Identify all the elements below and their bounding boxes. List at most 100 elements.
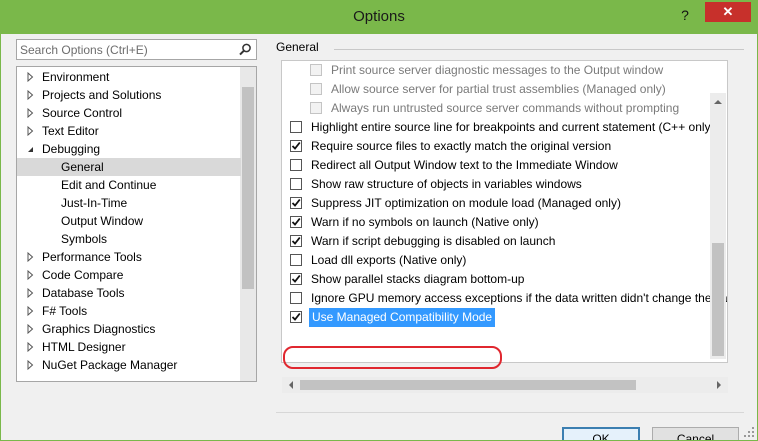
option-row[interactable]: Require source files to exactly match th… xyxy=(282,137,722,156)
options-horizontal-scrollbar-thumb[interactable] xyxy=(300,380,636,390)
tree-item[interactable]: Output Window xyxy=(17,212,241,230)
option-label: Warn if script debugging is disabled on … xyxy=(311,234,556,248)
collapsed-arrow-icon[interactable] xyxy=(26,122,35,140)
scroll-right-icon[interactable] xyxy=(715,380,723,390)
option-label: Ignore GPU memory access exceptions if t… xyxy=(311,291,728,305)
tree-item[interactable]: Edit and Continue xyxy=(17,176,241,194)
ok-button[interactable]: OK xyxy=(562,427,640,440)
option-row[interactable]: Redirect all Output Window text to the I… xyxy=(282,156,722,175)
dialog-title: Options xyxy=(353,8,405,25)
title-bar[interactable]: Options ? ✕ xyxy=(1,1,757,34)
collapsed-arrow-icon[interactable] xyxy=(26,68,35,86)
option-label: Require source files to exactly match th… xyxy=(311,139,612,153)
option-row[interactable]: Load dll exports (Native only) xyxy=(282,251,722,270)
tree-item[interactable]: Projects and Solutions xyxy=(17,86,241,104)
option-label: Allow source server for partial trust as… xyxy=(331,82,666,96)
page-title: General xyxy=(276,40,319,54)
option-row: Always run untrusted source server comma… xyxy=(282,99,722,118)
option-row[interactable]: Warn if no symbols on launch (Native onl… xyxy=(282,213,722,232)
option-checkbox[interactable] xyxy=(290,121,302,133)
tree-item[interactable]: Just-In-Time xyxy=(17,194,241,212)
option-row[interactable]: Warn if script debugging is disabled on … xyxy=(282,232,722,251)
tree-item-label: Output Window xyxy=(61,214,144,228)
option-checkbox[interactable] xyxy=(290,178,302,190)
option-row[interactable]: Show parallel stacks diagram bottom-up xyxy=(282,270,722,289)
tree-item[interactable]: Code Compare xyxy=(17,266,241,284)
option-checkbox[interactable] xyxy=(290,197,302,209)
tree-item[interactable]: General xyxy=(17,158,241,176)
collapsed-arrow-icon[interactable] xyxy=(26,86,35,104)
tree-scrollbar[interactable] xyxy=(240,67,256,381)
scroll-up-icon[interactable] xyxy=(713,97,723,107)
tree-item[interactable]: Environment xyxy=(17,68,241,86)
tree-item[interactable]: Performance Tools xyxy=(17,248,241,266)
option-label: Redirect all Output Window text to the I… xyxy=(311,158,618,172)
options-dialog: Options ? ✕ Environment Projects and Solu… xyxy=(0,0,758,441)
collapsed-arrow-icon[interactable] xyxy=(26,338,35,356)
close-button[interactable]: ✕ xyxy=(705,2,751,22)
option-checkbox[interactable] xyxy=(290,273,302,285)
tree-item-label: Environment xyxy=(42,70,110,84)
option-label: Load dll exports (Native only) xyxy=(311,253,467,267)
option-label: Use Managed Compatibility Mode xyxy=(309,308,496,327)
tree-item[interactable]: Source Control xyxy=(17,104,241,122)
cancel-button[interactable]: Cancel xyxy=(652,427,739,440)
collapsed-arrow-icon[interactable] xyxy=(26,248,35,266)
option-checkbox[interactable] xyxy=(290,311,302,323)
search-box[interactable] xyxy=(16,39,257,60)
resize-grip-icon[interactable] xyxy=(743,426,755,438)
options-vertical-scrollbar-thumb[interactable] xyxy=(712,243,724,356)
tree-item[interactable]: HTML Designer xyxy=(17,338,241,356)
checkmark-icon xyxy=(291,274,301,283)
option-label: Highlight entire source line for breakpo… xyxy=(311,120,715,134)
options-vertical-scrollbar[interactable] xyxy=(710,93,726,359)
option-row[interactable]: Suppress JIT optimization on module load… xyxy=(282,194,722,213)
option-checkbox[interactable] xyxy=(290,140,302,152)
options-horizontal-scrollbar[interactable] xyxy=(282,377,728,393)
collapsed-arrow-icon[interactable] xyxy=(26,356,35,374)
option-row[interactable]: Show raw structure of objects in variabl… xyxy=(282,175,722,194)
option-row[interactable]: Highlight entire source line for breakpo… xyxy=(282,118,722,137)
collapsed-arrow-icon[interactable] xyxy=(26,266,35,284)
tree-item-label: F# Tools xyxy=(42,304,88,318)
option-checkbox[interactable] xyxy=(290,292,302,304)
tree-item-label: Edit and Continue xyxy=(61,178,157,192)
search-input[interactable] xyxy=(20,41,230,58)
tree-item[interactable]: Graphics Diagnostics xyxy=(17,320,241,338)
options-list[interactable]: Print source server diagnostic messages … xyxy=(281,60,728,363)
collapsed-arrow-icon[interactable] xyxy=(26,320,35,338)
help-button[interactable]: ? xyxy=(673,4,697,26)
option-label: Suppress JIT optimization on module load… xyxy=(311,196,621,210)
tree-item-label: Performance Tools xyxy=(42,250,142,264)
tree-item-label: Database Tools xyxy=(42,286,125,300)
tree-item[interactable]: Debugging xyxy=(17,140,241,158)
tree-item[interactable]: NuGet Package Manager xyxy=(17,356,241,374)
collapsed-arrow-icon[interactable] xyxy=(26,284,35,302)
expanded-arrow-icon[interactable] xyxy=(26,140,35,158)
option-label: Show raw structure of objects in variabl… xyxy=(311,177,582,191)
tree-item-label: Graphics Diagnostics xyxy=(42,322,156,336)
checkmark-icon xyxy=(291,141,301,150)
collapsed-arrow-icon[interactable] xyxy=(26,104,35,122)
tree-scrollbar-thumb[interactable] xyxy=(242,87,254,289)
tree-item[interactable]: Text Editor xyxy=(17,122,241,140)
collapsed-arrow-icon[interactable] xyxy=(26,302,35,320)
tree-item-label: Symbols xyxy=(61,232,108,246)
option-label: Print source server diagnostic messages … xyxy=(331,63,664,77)
option-checkbox[interactable] xyxy=(290,254,302,266)
option-checkbox[interactable] xyxy=(290,216,302,228)
tree-item[interactable]: Symbols xyxy=(17,230,241,248)
option-checkbox[interactable] xyxy=(290,235,302,247)
option-row[interactable]: Use Managed Compatibility Mode xyxy=(282,308,722,327)
tree-item-label: Text Editor xyxy=(42,124,99,138)
tree-item[interactable]: F# Tools xyxy=(17,302,241,320)
tree-item[interactable]: Database Tools xyxy=(17,284,241,302)
highlight-callout xyxy=(283,346,502,369)
option-checkbox[interactable] xyxy=(290,159,302,171)
search-icon[interactable] xyxy=(237,42,253,58)
scroll-left-icon[interactable] xyxy=(287,380,295,390)
options-tree[interactable]: Environment Projects and Solutions Source … xyxy=(16,66,257,382)
option-label: Show parallel stacks diagram bottom-up xyxy=(311,272,525,286)
option-row[interactable]: Ignore GPU memory access exceptions if t… xyxy=(282,289,727,308)
tree-item-label: NuGet Package Manager xyxy=(42,358,178,372)
